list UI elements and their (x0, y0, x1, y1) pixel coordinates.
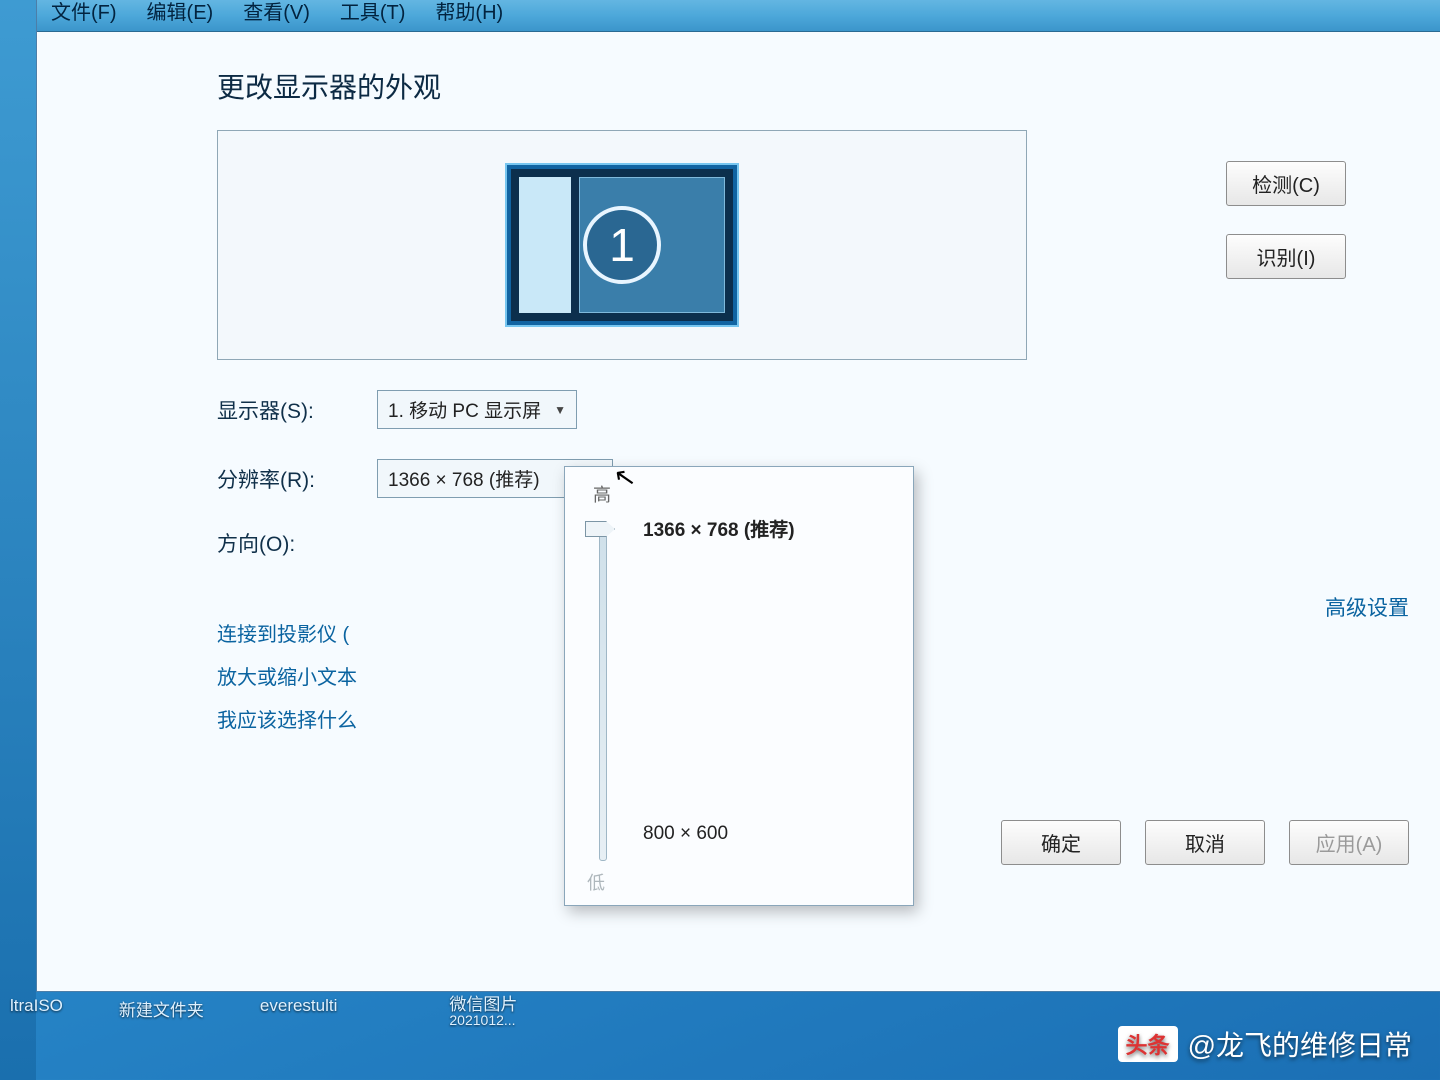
monitor-number-badge: 1 (583, 206, 661, 284)
display-combo[interactable]: 1. 移动 PC 显示屏 ▼ (377, 390, 577, 429)
menu-help[interactable]: 帮助(H) (435, 0, 503, 25)
popup-label-high: 高 (593, 481, 891, 507)
apply-button[interactable]: 应用(A) (1289, 820, 1409, 865)
desktop-icon-newfolder[interactable]: 新建文件夹 (119, 996, 204, 1024)
identify-button[interactable]: 识别(I) (1226, 234, 1346, 279)
watermark-logo: 头条 (1118, 1026, 1178, 1062)
resolution-popup[interactable]: 高 1366 × 768 (推荐) 800 × 600 低 (564, 466, 914, 906)
cancel-button[interactable]: 取消 (1145, 820, 1265, 865)
menubar: 文件(F) 编辑(E) 查看(V) 工具(T) 帮助(H) (37, 0, 1440, 32)
desktop-icon-wechatimg[interactable]: 微信图片 (449, 996, 517, 1013)
resolution-option-recommended[interactable]: 1366 × 768 (推荐) (643, 515, 795, 542)
resolution-slider-track[interactable] (599, 527, 607, 861)
desktop-icon-everest[interactable]: everestulti (260, 996, 337, 1024)
popup-label-low: 低 (587, 869, 605, 895)
menu-tools[interactable]: 工具(T) (340, 0, 406, 25)
resolution-option-800x600[interactable]: 800 × 600 (643, 823, 728, 845)
menu-file[interactable]: 文件(F) (51, 0, 117, 25)
monitor-preview-box: 1 检测(C) 识别(I) (217, 130, 1027, 360)
watermark-user: @龙飞的维修日常 (1188, 1024, 1412, 1064)
desktop-icon-wechatimg-sub: 2021012... (449, 1013, 517, 1027)
display-combo-value: 1. 移动 PC 显示屏 (388, 396, 541, 423)
watermark: 头条 @龙飞的维修日常 (1118, 1024, 1412, 1064)
menu-view[interactable]: 查看(V) (243, 0, 310, 25)
menu-edit[interactable]: 编辑(E) (147, 0, 214, 25)
chevron-down-icon: ▼ (554, 403, 566, 417)
resolution-label: 分辨率(R): (217, 464, 377, 494)
link-advanced-settings[interactable]: 高级设置 (1325, 592, 1409, 622)
desktop-icons-row: ltraISO 新建文件夹 everestulti 微信图片 2021012..… (0, 996, 1440, 1024)
monitor-thumbnail[interactable]: 1 (507, 165, 737, 325)
monitor-left-panel (519, 177, 571, 313)
dialog-buttons: 确定 取消 应用(A) (1001, 820, 1409, 865)
resolution-slider-thumb[interactable] (585, 521, 615, 537)
display-label: 显示器(S): (217, 395, 377, 425)
page-title: 更改显示器的外观 (217, 66, 1429, 106)
desktop-icon-ultraiso[interactable]: ltraISO (10, 996, 63, 1024)
orientation-label: 方向(O): (217, 528, 377, 558)
ok-button[interactable]: 确定 (1001, 820, 1121, 865)
resolution-combo-value: 1366 × 768 (推荐) (388, 465, 540, 492)
desktop-edge (0, 0, 36, 1080)
detect-button[interactable]: 检测(C) (1226, 161, 1346, 206)
